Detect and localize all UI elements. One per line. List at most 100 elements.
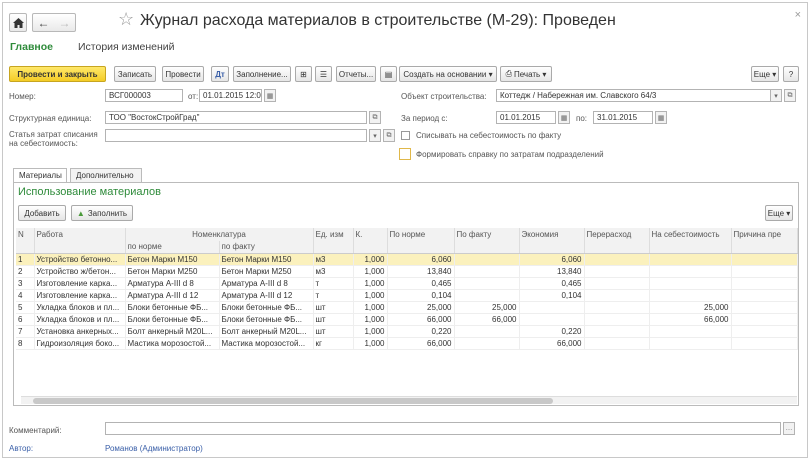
cell-by-norm[interactable]: 0,465	[387, 277, 455, 290]
forward-arrow-icon[interactable]: →	[59, 16, 71, 30]
cell-by-fact[interactable]	[454, 337, 520, 350]
cell-economy[interactable]: 0,465	[519, 277, 585, 290]
cell-unit[interactable]: т	[313, 289, 354, 302]
writeoff-actual-checkbox[interactable]	[401, 131, 410, 140]
cell-to-cost[interactable]: 25,000	[649, 301, 732, 314]
favorite-star-icon[interactable]: ☆	[118, 9, 134, 30]
author-link[interactable]: Романов (Администратор)	[105, 444, 203, 453]
period-to-field[interactable]: 31.01.2015	[593, 111, 653, 124]
dept-report-checkbox[interactable]	[399, 148, 411, 160]
tab-main[interactable]: Главное	[10, 41, 53, 53]
cell-to-cost[interactable]	[649, 337, 732, 350]
cell-by-norm[interactable]: 13,840	[387, 265, 455, 278]
reports-button[interactable]: Отчеты...	[336, 66, 376, 82]
col-reason[interactable]: Причина пре	[731, 228, 798, 241]
structural-unit-field[interactable]: ТОО "ВостокСтройГрад"	[105, 111, 367, 124]
table-more-button[interactable]: Еще ▾	[765, 205, 793, 221]
tab-history[interactable]: История изменений	[78, 41, 175, 53]
save-button[interactable]: Записать	[114, 66, 156, 82]
cell-overuse[interactable]	[584, 313, 650, 326]
cell-economy[interactable]: 13,840	[519, 265, 585, 278]
cell-work[interactable]: Изготовление карка...	[34, 289, 126, 302]
date-field[interactable]: 01.01.2015 12:0	[199, 89, 262, 102]
help-button[interactable]: ?	[783, 66, 799, 82]
cell-n[interactable]: 2	[16, 265, 35, 278]
back-arrow-icon[interactable]: ←	[38, 16, 50, 30]
cell-work[interactable]: Устройство ж/бетон...	[34, 265, 126, 278]
cell-norm-item[interactable]: Блоки бетонные ФБ...	[125, 313, 220, 326]
cell-fact-item[interactable]: Арматура A-III d 12	[219, 289, 314, 302]
cell-overuse[interactable]	[584, 289, 650, 302]
cell-by-norm[interactable]: 66,000	[387, 337, 455, 350]
cell-overuse[interactable]	[584, 277, 650, 290]
table-row[interactable]: 5 Укладка блоков и пл... Блоки бетонные ФБ…	[16, 301, 798, 314]
list-icon[interactable]: ☰	[315, 66, 332, 82]
dt-kt-icon[interactable]: Дт	[211, 66, 229, 82]
cell-work[interactable]: Устройство бетонно...	[34, 253, 126, 266]
cell-norm-item[interactable]: Бетон Марки М250	[125, 265, 220, 278]
fill-table-button[interactable]: ▲ Заполнить	[71, 205, 133, 221]
col-nomenclature[interactable]: Номенклатура	[125, 228, 314, 241]
cell-unit[interactable]: м3	[313, 253, 354, 266]
chevron-down-icon[interactable]: ▾	[369, 129, 381, 142]
table-row[interactable]: 3 Изготовление карка... Арматура A-III d 8…	[16, 277, 798, 290]
cell-overuse[interactable]	[584, 253, 650, 266]
cell-k[interactable]: 1,000	[353, 301, 388, 314]
cell-n[interactable]: 3	[16, 277, 35, 290]
cell-n[interactable]: 1	[16, 253, 35, 266]
fill-menu-button[interactable]: Заполнение...	[233, 66, 291, 82]
cell-by-fact[interactable]	[454, 325, 520, 338]
cell-fact-item[interactable]: Болт анкерный М20L...	[219, 325, 314, 338]
cell-economy[interactable]: 6,060	[519, 253, 585, 266]
cell-by-norm[interactable]: 25,000	[387, 301, 455, 314]
table-row[interactable]: 2 Устройство ж/бетон... Бетон Марки М250 Бе…	[16, 265, 798, 278]
cell-fact-item[interactable]: Бетон Марки М250	[219, 265, 314, 278]
add-row-button[interactable]: Добавить	[18, 205, 66, 221]
table-row[interactable]: 8 Гидроизоляция боко... Мастика морозостой…	[16, 337, 798, 350]
cell-by-norm[interactable]: 66,000	[387, 313, 455, 326]
col-by-fact[interactable]: По факту	[454, 228, 520, 241]
cell-overuse[interactable]	[584, 337, 650, 350]
home-button[interactable]	[9, 13, 27, 32]
cell-by-norm[interactable]: 0,220	[387, 325, 455, 338]
cell-n[interactable]: 7	[16, 325, 35, 338]
cell-n[interactable]: 4	[16, 289, 35, 302]
cell-to-cost[interactable]	[649, 265, 732, 278]
horizontal-scrollbar[interactable]	[21, 396, 797, 404]
comment-field[interactable]	[105, 422, 781, 435]
cell-by-fact[interactable]	[454, 253, 520, 266]
document-icon[interactable]: ▤	[380, 66, 397, 82]
post-and-close-button[interactable]: Провести и закрыть	[9, 66, 106, 82]
table-row[interactable]: 1 Устройство бетонно... Бетон Марки М150 Бе…	[16, 253, 798, 266]
cell-fact-item[interactable]: Мастика морозостой...	[219, 337, 314, 350]
cell-norm-item[interactable]: Мастика морозостой...	[125, 337, 220, 350]
open-link-icon[interactable]: ⧉	[383, 129, 395, 142]
calendar-icon[interactable]: ▦	[264, 89, 276, 102]
cell-by-fact[interactable]	[454, 277, 520, 290]
print-button[interactable]: ⎙ Печать ▾	[500, 66, 552, 82]
col-k[interactable]: К.	[353, 228, 388, 241]
cell-reason[interactable]	[731, 337, 798, 350]
more-actions-button[interactable]: Еще ▾	[751, 66, 779, 82]
cell-n[interactable]: 5	[16, 301, 35, 314]
cell-k[interactable]: 1,000	[353, 265, 388, 278]
cell-unit[interactable]: шт	[313, 301, 354, 314]
cell-fact-item[interactable]: Блоки бетонные ФБ...	[219, 301, 314, 314]
cell-reason[interactable]	[731, 253, 798, 266]
cell-n[interactable]: 6	[16, 313, 35, 326]
construction-object-field[interactable]: Коттедж / Набережная им. Славского 64/3	[496, 89, 780, 102]
cell-norm-item[interactable]: Блоки бетонные ФБ...	[125, 301, 220, 314]
post-button[interactable]: Провести	[162, 66, 204, 82]
table-row[interactable]: 6 Укладка блоков и пл... Блоки бетонные ФБ…	[16, 313, 798, 326]
cell-n[interactable]: 8	[16, 337, 35, 350]
tab-additional[interactable]: Дополнительно	[70, 168, 142, 182]
cell-to-cost[interactable]	[649, 277, 732, 290]
cell-work[interactable]: Изготовление карка...	[34, 277, 126, 290]
cell-norm-item[interactable]: Арматура A-III d 12	[125, 289, 220, 302]
cell-by-norm[interactable]: 0,104	[387, 289, 455, 302]
cell-to-cost[interactable]: 66,000	[649, 313, 732, 326]
col-fact-item[interactable]: по факту	[219, 241, 314, 254]
cell-to-cost[interactable]	[649, 289, 732, 302]
number-field[interactable]: ВСГ000003	[105, 89, 183, 102]
col-n[interactable]: N	[16, 228, 35, 241]
